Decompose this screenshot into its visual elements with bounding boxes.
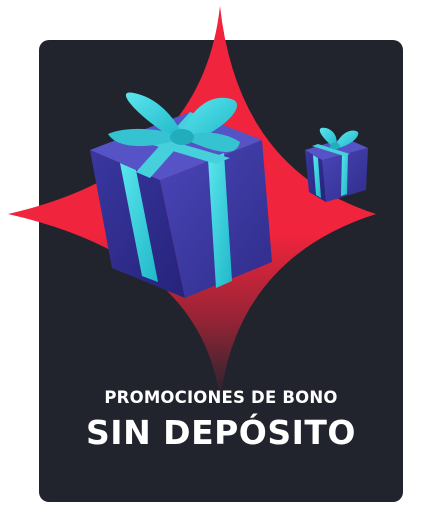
promo-banner[interactable]: PROMOCIONES DE BONO SIN DEPÓSITO <box>0 0 441 510</box>
promo-subtitle: PROMOCIONES DE BONO <box>104 388 338 407</box>
promo-title: SIN DEPÓSITO <box>86 413 356 452</box>
